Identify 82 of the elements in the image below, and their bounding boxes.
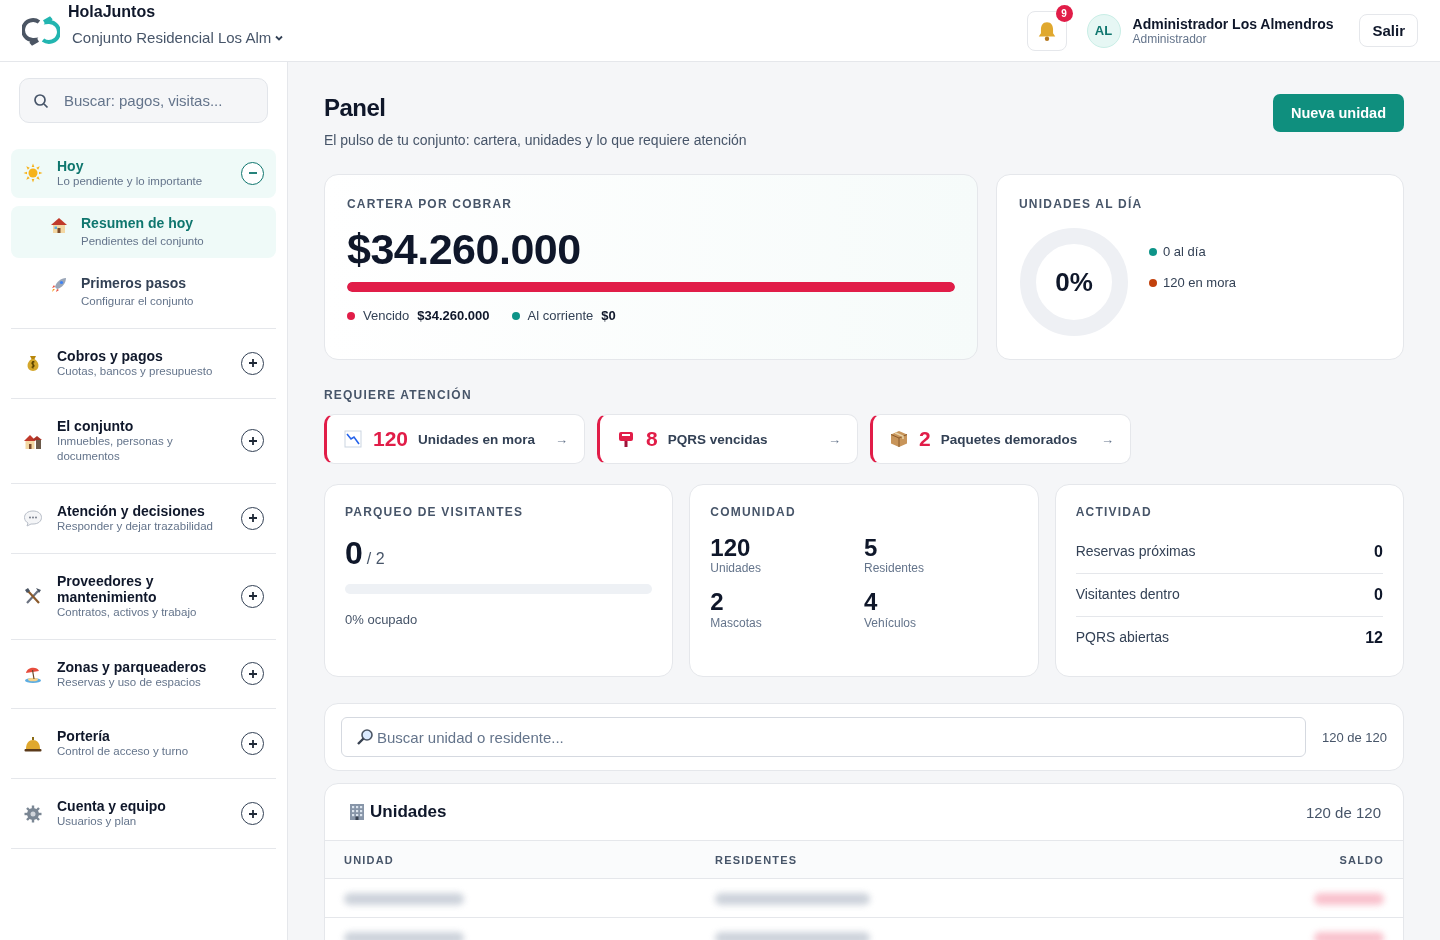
- stat-value: 2: [710, 589, 725, 616]
- section-subtitle: Reservas y uso de espacios: [57, 675, 202, 690]
- column-header: SALDO: [1338, 854, 1384, 866]
- user-role: Administrador: [1132, 31, 1208, 46]
- section-title: Portería: [57, 728, 111, 745]
- section-subtitle: Cuotas, bancos y presupuesto: [57, 364, 214, 379]
- section-subtitle: Contratos, activos y trabajo: [57, 604, 198, 620]
- section-subtitle: Lo pendiente y lo importante: [57, 174, 204, 189]
- card-label: ACTIVIDAD: [1075, 505, 1153, 519]
- alert-link[interactable]: 8 PQRS vencidas →: [597, 414, 858, 464]
- card-label: COMUNIDAD: [710, 505, 797, 519]
- card-label: PARQUEO DE VISITANTES: [345, 505, 525, 519]
- nav-section[interactable]: Cuenta y equipo Usuarios y plan: [11, 789, 276, 839]
- notification-count: 9: [1055, 4, 1073, 22]
- nav-section[interactable]: El conjunto Inmuebles, personas y documentos: [11, 408, 276, 473]
- section-title: El conjunto: [57, 417, 135, 434]
- nav-section[interactable]: Cobros y pagos Cuotas, bancos y presupuesto: [11, 338, 276, 388]
- alert-link[interactable]: 120 Unidades en mora →: [324, 414, 585, 464]
- donut-percent: 0%: [1055, 266, 1093, 298]
- unit-search-field[interactable]: Buscar unidad o residente...: [341, 717, 1306, 757]
- occupancy-caption: 0% ocupado: [345, 612, 419, 627]
- section-title: Cobros y pagos: [57, 347, 164, 364]
- item-subtitle: Pendientes del conjunto: [81, 233, 205, 249]
- item-title: Resumen de hoy: [81, 214, 195, 231]
- legend-value: $34.260.000: [417, 308, 490, 323]
- activity-label: Reservas próximas: [1075, 543, 1196, 561]
- parking-value: 0: [345, 535, 363, 572]
- stat-value: 4: [864, 589, 879, 616]
- stat-label: Unidades: [710, 561, 763, 576]
- nav-item[interactable]: Primeros pasos Configurar el conjunto: [11, 265, 276, 318]
- nav-section[interactable]: Atención y decisiones Responder y dejar trazabilidad: [11, 493, 276, 543]
- receivables-amount: $34.260.000: [347, 225, 582, 274]
- search-field[interactable]: Buscar: pagos, visitas...: [19, 78, 268, 123]
- page-title: Panel: [324, 94, 387, 122]
- stat-label: Mascotas: [710, 615, 763, 630]
- legend-value: $0: [601, 308, 616, 323]
- user-avatar: AL: [1086, 13, 1121, 48]
- stat-value: 5: [864, 535, 879, 562]
- column-header: UNIDAD: [344, 854, 395, 866]
- item-title: Primeros pasos: [81, 274, 188, 291]
- card-label: UNIDADES AL DÍA: [1019, 197, 1144, 211]
- user-name: Administrador Los Almendros: [1132, 15, 1334, 32]
- card-label: CARTERA POR COBRAR: [347, 197, 514, 211]
- nav-section[interactable]: Proveedores y mantenimiento Contratos, activos y trabajo: [11, 563, 276, 629]
- activity-value: 0: [1374, 586, 1383, 604]
- section-title: Atención y decisiones: [57, 502, 206, 519]
- stat-label: Vehículos: [864, 615, 918, 630]
- alert-link[interactable]: 2 Paquetes demorados →: [870, 414, 1131, 464]
- section-subtitle: Responder y dejar trazabilidad: [57, 519, 214, 534]
- section-heading: REQUIERE ATENCIÓN: [324, 388, 473, 402]
- column-header: RESIDENTES: [715, 854, 799, 866]
- section-subtitle: Usuarios y plan: [57, 814, 138, 830]
- nav-item[interactable]: Resumen de hoy Pendientes del conjunto: [11, 205, 276, 258]
- stat-label: Residentes: [864, 561, 926, 576]
- community-selector[interactable]: Conjunto Residencial Los Alm: [72, 29, 286, 46]
- stat-value: 120: [710, 535, 752, 562]
- nav-section[interactable]: Zonas y parqueaderos Reservas y uso de espacios: [11, 649, 276, 699]
- table-title: Unidades: [370, 802, 447, 822]
- page-subtitle: El pulso de tu conjunto: cartera, unidades y lo que requiere atención: [324, 132, 747, 148]
- activity-value: 12: [1365, 629, 1383, 647]
- activity-value: 0: [1374, 543, 1383, 561]
- legend-label: 120 en mora: [1163, 275, 1236, 290]
- legend-label: Vencido: [363, 308, 410, 323]
- app-name: HolaJuntos: [68, 3, 157, 21]
- result-count: 120 de 120: [1321, 729, 1387, 745]
- table-count: 120 de 120: [1305, 803, 1381, 821]
- parking-total: / 2: [366, 550, 385, 568]
- section-title: Zonas y parqueaderos: [57, 658, 208, 675]
- nav-section[interactable]: Portería Control de acceso y turno: [11, 719, 276, 769]
- activity-label: PQRS abiertas: [1075, 629, 1170, 647]
- section-subtitle: Inmuebles, personas y documentos: [57, 434, 174, 464]
- nav-section[interactable]: Hoy Lo pendiente y lo importante: [11, 149, 276, 198]
- new-unit-button[interactable]: Nueva unidad: [1272, 94, 1404, 132]
- logout-button[interactable]: Salir: [1359, 14, 1418, 47]
- section-subtitle: Control de acceso y turno: [57, 744, 190, 760]
- item-subtitle: Configurar el conjunto: [81, 293, 195, 309]
- section-title: Proveedores y mantenimiento: [57, 572, 158, 605]
- section-title: Hoy: [57, 158, 85, 174]
- section-title: Cuenta y equipo: [57, 798, 167, 815]
- legend-label: Al corriente: [527, 308, 594, 323]
- legend-label: 0 al día: [1163, 244, 1206, 259]
- activity-label: Visitantes dentro: [1075, 586, 1180, 604]
